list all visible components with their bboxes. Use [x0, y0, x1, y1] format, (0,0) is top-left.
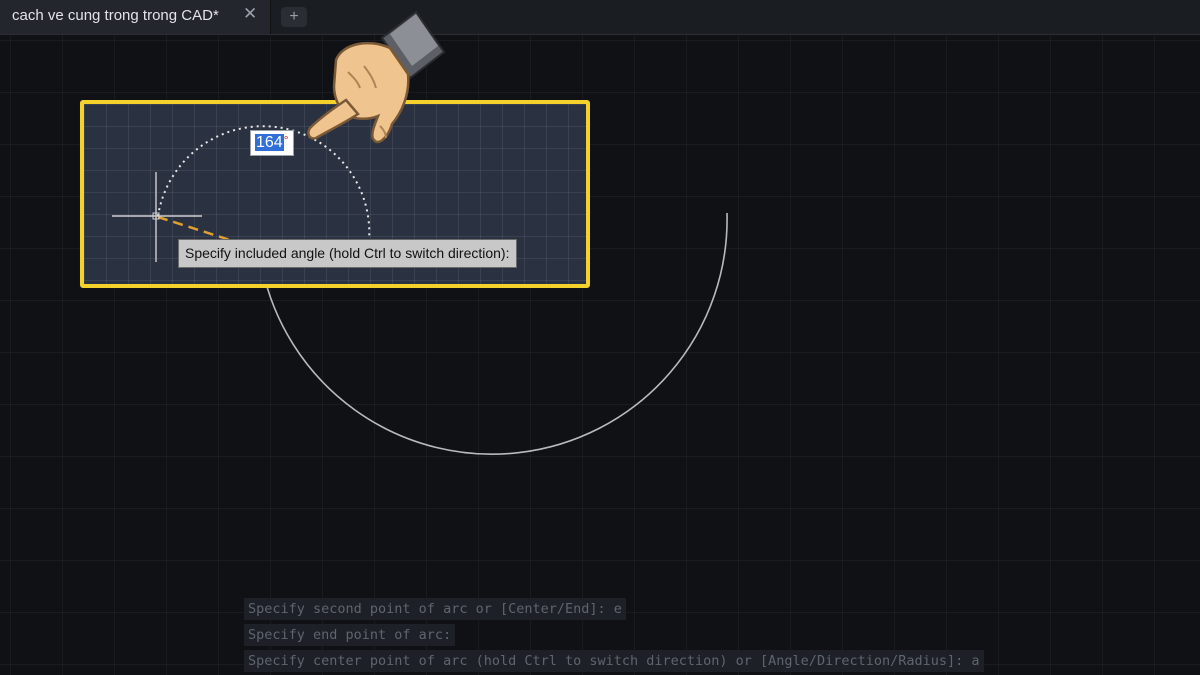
command-history-line: Specify center point of arc (hold Ctrl t… — [244, 650, 984, 672]
cad-application: cach ve cung trong trong CAD* ✕ + 164° S… — [0, 0, 1200, 675]
command-prompt-tooltip: Specify included angle (hold Ctrl to swi… — [178, 239, 517, 268]
rubber-band-line — [157, 215, 231, 242]
command-history: Specify second point of arc or [Center/E… — [244, 598, 1074, 675]
document-tab-bar: cach ve cung trong trong CAD* ✕ + — [0, 0, 1200, 35]
angle-unit-symbol: ° — [283, 133, 289, 147]
close-icon[interactable]: ✕ — [243, 4, 257, 24]
command-history-line: Specify end point of arc: — [244, 624, 456, 646]
angle-input-field[interactable]: 164° — [250, 130, 294, 156]
command-history-line: Specify second point of arc or [Center/E… — [244, 598, 626, 620]
angle-input-value: 164 — [255, 134, 284, 151]
document-tab[interactable]: cach ve cung trong trong CAD* ✕ — [0, 0, 271, 34]
document-tab-label: cach ve cung trong trong CAD* — [12, 7, 219, 24]
pointing-hand-icon — [307, 10, 446, 144]
